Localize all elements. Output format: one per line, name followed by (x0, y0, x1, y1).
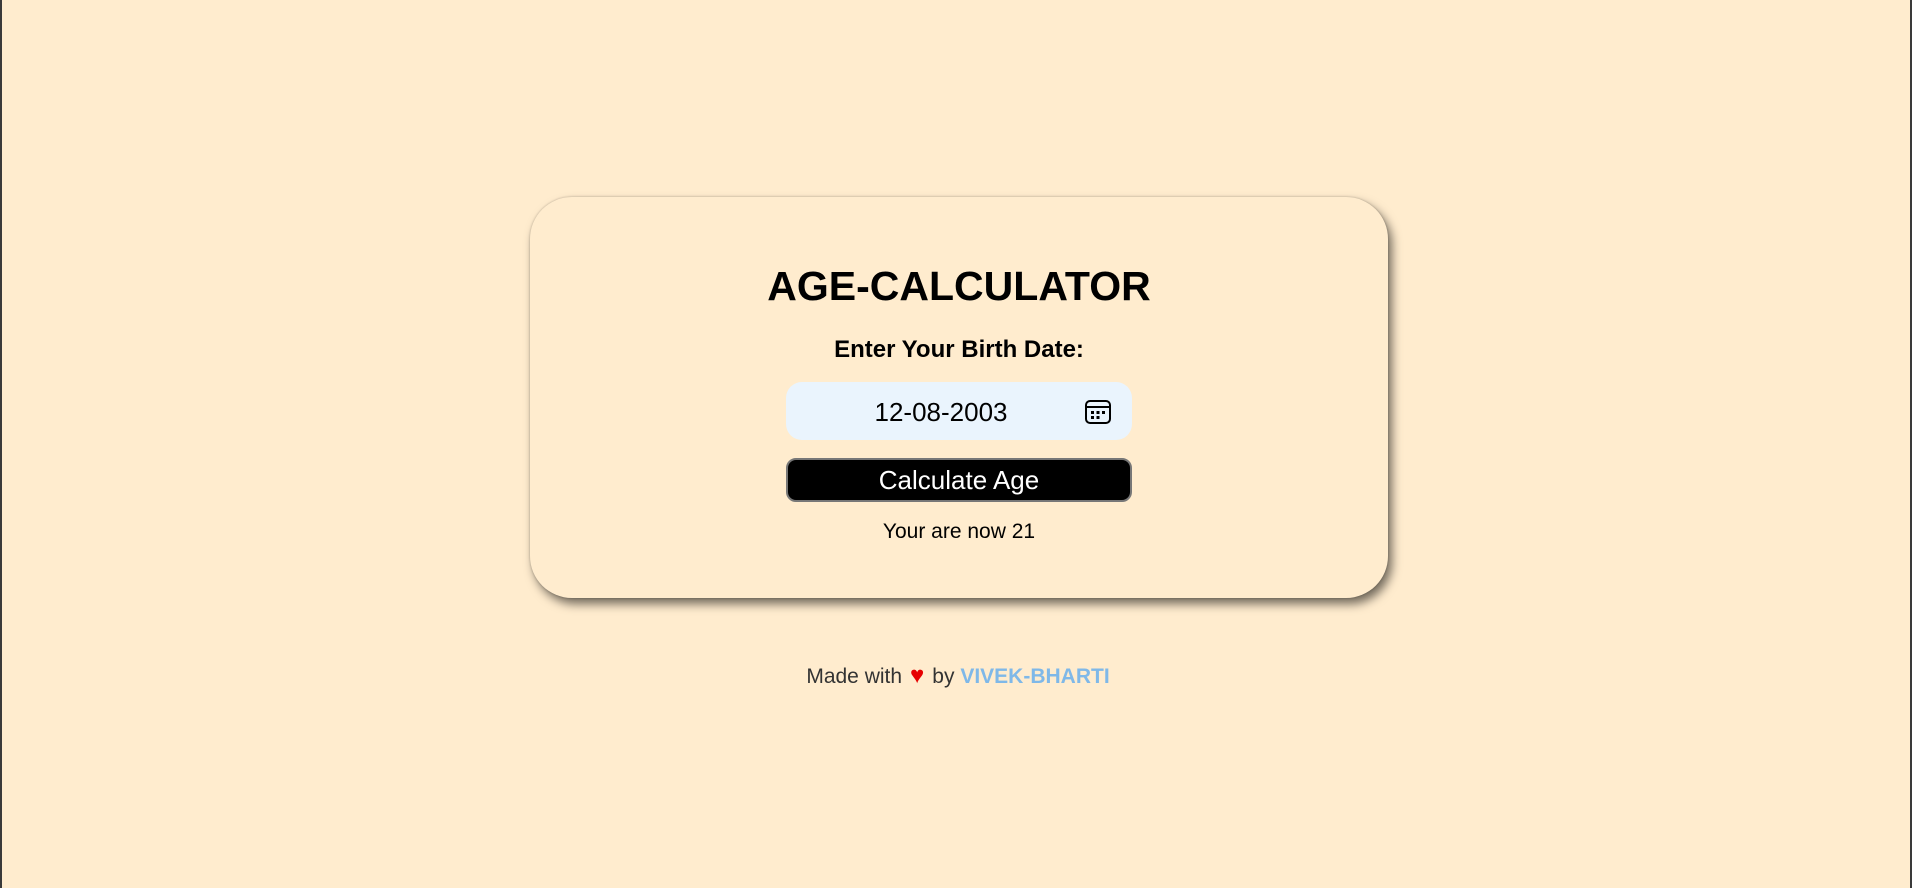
calendar-icon[interactable] (1084, 398, 1112, 426)
birth-date-label: Enter Your Birth Date: (834, 336, 1084, 363)
footer: Made with ♥ by VIVEK-BHARTI (2, 662, 1912, 690)
author-link[interactable]: VIVEK-BHARTI (960, 665, 1109, 688)
heart-icon: ♥ (910, 662, 925, 689)
birth-date-input[interactable]: 12-08-2003 (786, 382, 1132, 440)
birth-date-value[interactable]: 12-08-2003 (786, 397, 1096, 428)
age-result: Your are now 21 (882, 520, 1036, 543)
calculate-age-button[interactable]: Calculate Age (786, 458, 1132, 502)
footer-made-with: Made with (806, 665, 903, 688)
age-calculator-card: AGE-CALCULATOR Enter Your Birth Date: 12… (530, 197, 1388, 598)
page-title: AGE-CALCULATOR (767, 263, 1151, 309)
footer-by: by (932, 665, 955, 688)
